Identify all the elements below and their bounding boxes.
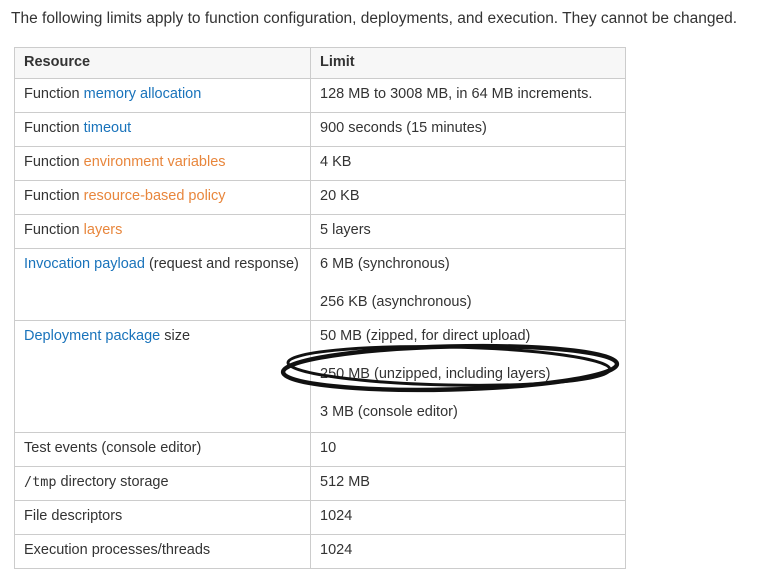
limit-text: 20 KB [320,188,360,204]
limit-cell: 20 KB [310,180,626,215]
limit-text: 900 seconds (15 minutes) [320,120,487,136]
limit-cell: 5 layers [310,214,626,249]
deployment-package-link[interactable]: Deployment package [24,328,160,344]
resource-cell: Function layers [14,214,311,249]
memory-allocation-link[interactable]: memory allocation [84,86,202,102]
limit-cell: 50 MB (zipped, for direct upload) 250 MB … [310,320,626,433]
table-header-row: Resource Limit [14,47,626,79]
invocation-payload-link[interactable]: Invocation payload [24,256,145,272]
environment-variables-link[interactable]: environment variables [84,154,226,170]
limit-cell: 512 MB [310,466,626,501]
limit-cell: 900 seconds (15 minutes) [310,112,626,147]
table-row-layers: Function layers 5 layers [14,214,626,249]
limit-cell: 1024 [310,500,626,535]
resource-text: directory storage [56,474,169,490]
resource-text: (request and response) [144,256,299,272]
resource-cell: Function environment variables [14,146,311,181]
table-row-memory-allocation: Function memory allocation 128 MB to 300… [14,78,626,113]
limit-text: 512 MB [320,474,370,490]
table-row-test-events: Test events (console editor) 10 [14,432,626,467]
resource-cell: Test events (console editor) [14,432,311,467]
limit-text: 50 MB (zipped, for direct upload) [320,328,531,344]
limit-cell: 128 MB to 3008 MB, in 64 MB increments. [310,78,626,113]
resource-text: Execution processes/threads [24,542,211,558]
resource-cell: Invocation payload (request and response… [14,248,311,321]
table-row-resource-based-policy: Function resource-based policy 20 KB [14,180,626,215]
limit-text: 6 MB (synchronous) [320,256,450,272]
resource-based-policy-link[interactable]: resource-based policy [84,188,226,204]
limit-text: 3 MB (console editor) [320,404,458,420]
table-row-deployment-package: Deployment package size 50 MB (zipped, f… [14,320,626,433]
limit-text: 128 MB to 3008 MB, in 64 MB increments. [320,86,593,102]
limits-table: Resource Limit Function memory allocatio… [14,47,626,569]
resource-cell: Function resource-based policy [14,180,311,215]
resource-text: Function [24,86,84,102]
layers-link[interactable]: layers [84,222,123,238]
limit-text: 5 layers [320,222,371,238]
resource-cell: File descriptors [14,500,311,535]
table-row-environment-variables: Function environment variables 4 KB [14,146,626,181]
resource-text: Function [24,222,84,238]
limit-text: 4 KB [320,154,352,170]
resource-cell: Deployment package size [14,320,311,433]
resource-text: Function [24,154,84,170]
resource-cell: /tmp directory storage [14,466,311,501]
limit-cell: 6 MB (synchronous) 256 KB (asynchronous) [310,248,626,321]
limit-cell: 10 [310,432,626,467]
table-row-execution-processes: Execution processes/threads 1024 [14,534,626,569]
limit-text: 1024 [320,508,353,524]
table-row-tmp-storage: /tmp directory storage 512 MB [14,466,626,501]
resource-text: size [160,328,191,344]
column-header-limit: Limit [310,47,626,79]
resource-text: Function [24,120,84,136]
limit-cell: 4 KB [310,146,626,181]
limit-text: 1024 [320,542,353,558]
resource-text: Function [24,188,84,204]
resource-cell: Execution processes/threads [14,534,311,569]
table-row-file-descriptors: File descriptors 1024 [14,500,626,535]
resource-text: File descriptors [24,508,123,524]
column-header-resource: Resource [14,47,311,79]
intro-text: The following limits apply to function c… [11,10,738,27]
limit-text-circled: 250 MB (unzipped, including layers) [320,366,551,382]
limit-text: 256 KB (asynchronous) [320,294,472,310]
table-row-timeout: Function timeout 900 seconds (15 minutes… [14,112,626,147]
tmp-path-code: /tmp [24,474,57,490]
resource-text: Test events (console editor) [24,440,202,456]
limit-cell: 1024 [310,534,626,569]
table-row-invocation-payload: Invocation payload (request and response… [14,248,626,321]
limit-text: 10 [320,440,337,456]
resource-cell: Function timeout [14,112,311,147]
timeout-link[interactable]: timeout [84,120,132,136]
resource-cell: Function memory allocation [14,78,311,113]
